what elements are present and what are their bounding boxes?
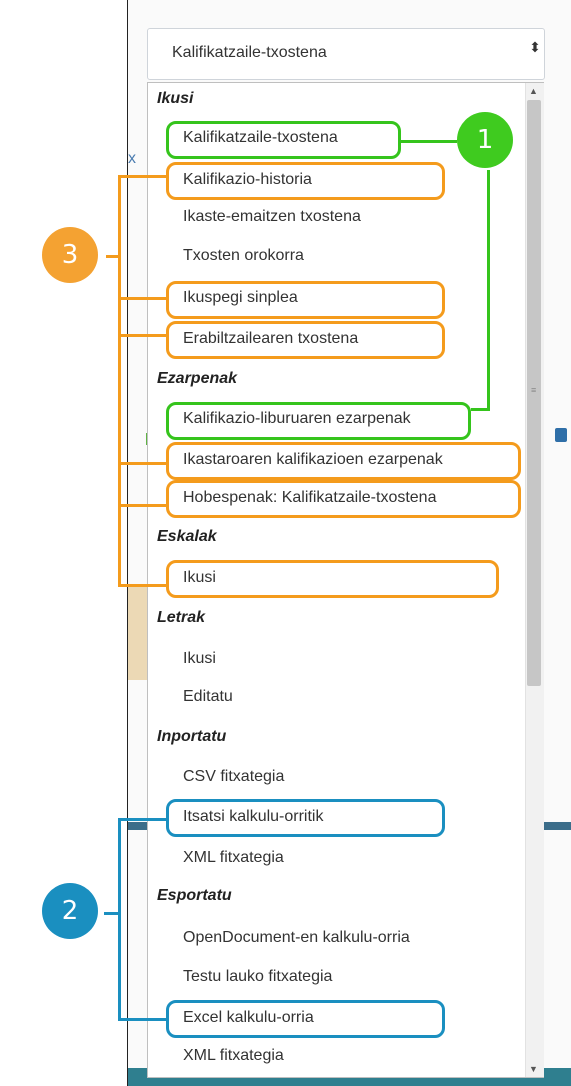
connector-blue	[104, 912, 120, 915]
connector-orange	[106, 255, 120, 258]
group-label-eskalak: Eskalak	[157, 528, 217, 545]
group-label-inportatu: Inportatu	[157, 728, 227, 745]
highlight-orange-4	[166, 442, 521, 480]
option-testu-lauko-fitxategia[interactable]: Testu lauko fitxategia	[183, 968, 332, 986]
group-label-ezarpenak: Ezarpenak	[157, 370, 238, 387]
scroll-down-icon[interactable]: ▼	[529, 1064, 538, 1074]
option-import-xml-fitxategia[interactable]: XML fitxategia	[183, 849, 284, 867]
option-opendocument-kalkulu-orria[interactable]: OpenDocument-en kalkulu-orria	[183, 929, 410, 947]
connector-orange	[118, 334, 166, 337]
scroll-up-icon[interactable]: ▲	[529, 86, 538, 96]
scroll-grip-icon: ≡	[531, 385, 537, 395]
connector-blue	[118, 1018, 166, 1021]
highlight-orange-6	[166, 560, 499, 598]
connector-orange	[118, 462, 166, 465]
connector-orange	[118, 584, 166, 587]
connector-green	[401, 140, 457, 143]
connector-green	[471, 408, 490, 411]
close-icon[interactable]: x	[128, 150, 136, 168]
callout-badge-3: 3	[42, 227, 98, 283]
report-select-value: Kalifikatzaile-txostena	[172, 44, 327, 61]
option-export-xml-fitxategia[interactable]: XML fitxategia	[183, 1047, 284, 1065]
option-csv-fitxategia[interactable]: CSV fitxategia	[183, 768, 284, 786]
group-label-letrak: Letrak	[157, 609, 206, 626]
connector-orange	[118, 297, 166, 300]
option-letrak-ikusi[interactable]: Ikusi	[183, 650, 216, 668]
connector-blue	[118, 818, 121, 1021]
chevron-updown-icon[interactable]: ⬍	[529, 40, 541, 54]
option-letrak-editatu[interactable]: Editatu	[183, 688, 233, 706]
option-txosten-orokorra[interactable]: Txosten orokorra	[183, 247, 304, 265]
connector-green	[487, 170, 490, 410]
callout-badge-1: 1	[457, 112, 513, 168]
highlight-orange-1	[166, 162, 445, 200]
highlight-green-2	[166, 402, 471, 440]
background-cell	[128, 585, 148, 680]
connector-orange	[118, 175, 121, 587]
connector-orange	[118, 504, 166, 507]
highlight-orange-2	[166, 281, 445, 319]
highlight-orange-3	[166, 321, 445, 359]
callout-badge-2: 2	[42, 883, 98, 939]
highlight-green-1	[166, 121, 401, 159]
highlight-orange-5	[166, 480, 521, 518]
connector-blue	[118, 818, 166, 821]
highlight-blue-1	[166, 799, 445, 837]
group-label-esportatu: Esportatu	[157, 887, 232, 904]
connector-orange	[118, 175, 166, 178]
option-ikaste-emaitzen-txostena[interactable]: Ikaste-emaitzen txostena	[183, 208, 361, 226]
calendar-icon[interactable]	[555, 428, 567, 442]
group-label-ikusi: Ikusi	[157, 90, 194, 107]
highlight-blue-2	[166, 1000, 445, 1038]
